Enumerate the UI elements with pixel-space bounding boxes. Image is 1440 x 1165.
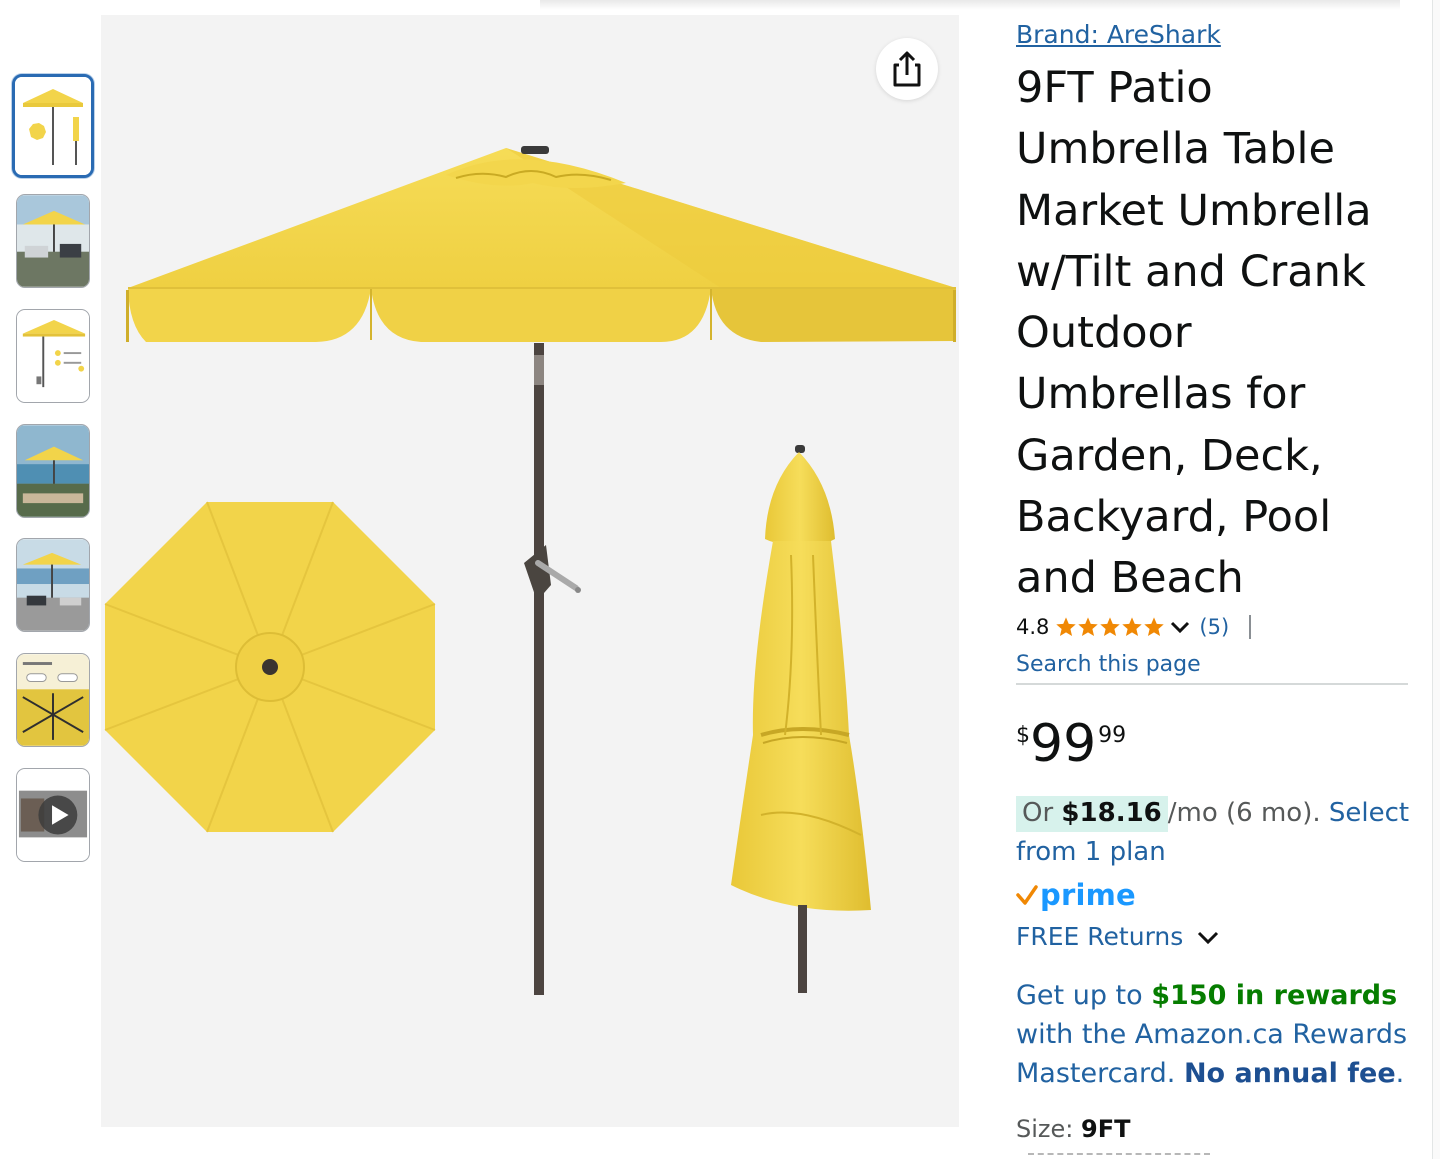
thumbnail-product-diagram-image bbox=[15, 77, 91, 175]
thumbnail-tilt-diagram-image bbox=[17, 654, 89, 746]
free-returns[interactable]: FREE Returns bbox=[1016, 922, 1221, 951]
prime-badge: prime bbox=[1016, 878, 1136, 912]
installment-amount: $18.16 bbox=[1061, 798, 1162, 828]
installment-offer: Or $18.16/mo (6 mo). Select from 1 plan bbox=[1016, 794, 1416, 872]
prime-label: prime bbox=[1040, 878, 1136, 912]
rewards-end: . bbox=[1395, 1058, 1405, 1089]
divider bbox=[1249, 615, 1252, 639]
installment-highlight: Or $18.16 bbox=[1016, 796, 1168, 832]
panel-edge bbox=[1432, 0, 1440, 1159]
thumbnail-6[interactable] bbox=[16, 653, 90, 747]
star-icon bbox=[1078, 617, 1099, 636]
section-divider bbox=[1016, 683, 1408, 685]
thumbnail-1[interactable] bbox=[12, 74, 94, 178]
chevron-down-icon bbox=[1198, 931, 1219, 944]
star-icon bbox=[1056, 617, 1077, 636]
thumbnail-features-image bbox=[17, 310, 89, 402]
product-title: 9FT Patio Umbrella Table Market Umbrella… bbox=[1016, 63, 1372, 604]
product-photo bbox=[104, 146, 956, 995]
returns-dropdown[interactable] bbox=[1195, 928, 1221, 946]
installment-suffix: /mo (6 mo). bbox=[1167, 798, 1321, 828]
share-button[interactable] bbox=[876, 38, 938, 100]
rewards-no-fee: No annual fee bbox=[1183, 1058, 1396, 1089]
rewards-amount: $150 in rewards bbox=[1151, 980, 1398, 1011]
size-selector-label: Size: 9FT bbox=[1016, 1115, 1130, 1143]
star-icon bbox=[1144, 617, 1165, 636]
prime-check-icon bbox=[1016, 885, 1038, 905]
free-returns-label: FREE Returns bbox=[1016, 922, 1184, 951]
thumbnail-seaside-image bbox=[17, 539, 89, 631]
rating-dropdown[interactable] bbox=[1169, 619, 1191, 635]
price-fraction: 99 bbox=[1098, 723, 1127, 748]
rating-count-link[interactable]: (5) bbox=[1199, 615, 1229, 639]
thumbnail-poolside-image bbox=[17, 425, 89, 517]
thumbnail-video-image bbox=[17, 769, 89, 861]
price-whole: 99 bbox=[1030, 714, 1097, 774]
size-value: 9FT bbox=[1081, 1115, 1131, 1143]
rewards-prefix: Get up to bbox=[1016, 980, 1143, 1011]
thumbnail-5[interactable] bbox=[16, 538, 90, 632]
main-product-image[interactable] bbox=[101, 15, 959, 1127]
thumbnail-2[interactable] bbox=[16, 194, 90, 288]
thumbnail-3[interactable] bbox=[16, 309, 90, 403]
size-label: Size: bbox=[1016, 1115, 1074, 1143]
installment-prefix: Or bbox=[1022, 798, 1054, 828]
share-icon bbox=[893, 51, 921, 87]
star-rating[interactable] bbox=[1055, 616, 1165, 638]
rating-value: 4.8 bbox=[1016, 615, 1050, 639]
thumbnail-patio-image bbox=[17, 195, 89, 287]
price: $ 99 99 bbox=[1016, 715, 1126, 773]
thumbnail-4[interactable] bbox=[16, 424, 90, 518]
rewards-offer[interactable]: Get up to $150 in rewards with the Amazo… bbox=[1016, 976, 1416, 1093]
thumbnail-video[interactable] bbox=[16, 768, 90, 862]
search-this-page-link[interactable]: Search this page bbox=[1016, 652, 1201, 677]
star-icon bbox=[1100, 617, 1121, 636]
chevron-down-icon bbox=[1171, 621, 1190, 634]
price-symbol: $ bbox=[1016, 723, 1030, 748]
star-icon bbox=[1122, 617, 1143, 636]
brand-link[interactable]: Brand: AreShark bbox=[1016, 20, 1221, 49]
top-shadow bbox=[540, 0, 1400, 10]
size-option-box[interactable] bbox=[1028, 1153, 1210, 1165]
rating-row: 4.8 (5) bbox=[1016, 612, 1252, 642]
